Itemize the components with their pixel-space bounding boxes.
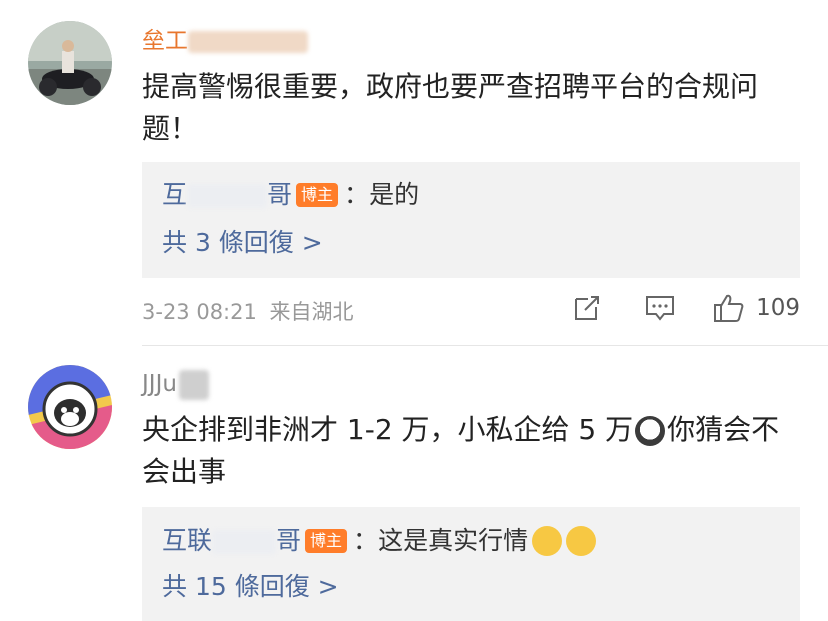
thinking-emoji-icon: [566, 526, 597, 556]
surprised-emoji-icon: [532, 526, 563, 556]
username-visible: 垒工: [142, 28, 188, 54]
comment-username[interactable]: 垒工: [142, 26, 308, 56]
comment-text: 央企排到非洲才 1-2 万，小私企给 5 万你猜会不会出事: [142, 409, 802, 493]
blogger-badge: 博主: [305, 529, 348, 553]
location: 来自湖北: [269, 300, 354, 324]
comment-meta: 3-23 08:21 来自湖北: [142, 298, 354, 326]
husky-emoji-icon: [635, 416, 666, 446]
reply-separator: ：: [344, 180, 370, 209]
reply-preview[interactable]: 互联哥 博主 ： 这是真实行情 共 15 條回復 >: [142, 507, 800, 621]
redacted-author: [212, 530, 277, 554]
comment-username[interactable]: JJJu: [142, 369, 209, 400]
thumbs-up-icon: [714, 294, 744, 322]
reply-separator: ：: [353, 526, 379, 555]
more-replies-link[interactable]: 共 3 條回復 >: [162, 227, 323, 259]
redacted-username: [178, 369, 209, 400]
like-button[interactable]: 109: [712, 292, 800, 324]
reply-author[interactable]: 互哥: [162, 179, 292, 211]
redacted-author: [187, 184, 268, 208]
more-replies-link[interactable]: 共 15 條回復 >: [162, 571, 339, 603]
reply-preview[interactable]: 互哥 博主 ： 是的 共 3 條回復 >: [142, 162, 800, 278]
reply-line: 互哥 博主 ： 是的: [162, 179, 419, 211]
share-icon[interactable]: [572, 293, 602, 323]
blogger-badge: 博主: [296, 183, 339, 207]
like-count: 109: [756, 295, 800, 321]
user-avatar-image: [28, 365, 112, 449]
comment-actions: 109: [572, 292, 800, 324]
comment-item: JJJu 央企排到非洲才 1-2 万，小私企给 5 万你猜会不会出事 互联哥 博…: [0, 345, 828, 621]
reply-text: 这是真实行情: [378, 526, 529, 555]
avatar[interactable]: [28, 365, 112, 449]
comment-icon[interactable]: [644, 293, 676, 323]
comment-text: 提高警惕很重要，政府也要严查招聘平台的合规问题！: [142, 70, 759, 145]
redacted-username: [188, 30, 308, 53]
reply-author[interactable]: 互联哥: [162, 525, 301, 557]
username-visible: JJJu: [142, 371, 177, 397]
comment-text-part1: 央企排到非洲才 1-2 万，小私企给 5 万: [142, 413, 634, 446]
reply-text: 是的: [369, 180, 420, 209]
comment-item: 垒工 提高警惕很重要，政府也要严查招聘平台的合规问题！ 互哥 博主 ： 是的 共…: [0, 0, 828, 345]
timestamp: 3-23 08:21: [142, 300, 257, 324]
avatar[interactable]: [28, 21, 112, 105]
user-avatar-image: [28, 21, 112, 105]
reply-line: 互联哥 博主 ： 这是真实行情: [162, 525, 598, 557]
